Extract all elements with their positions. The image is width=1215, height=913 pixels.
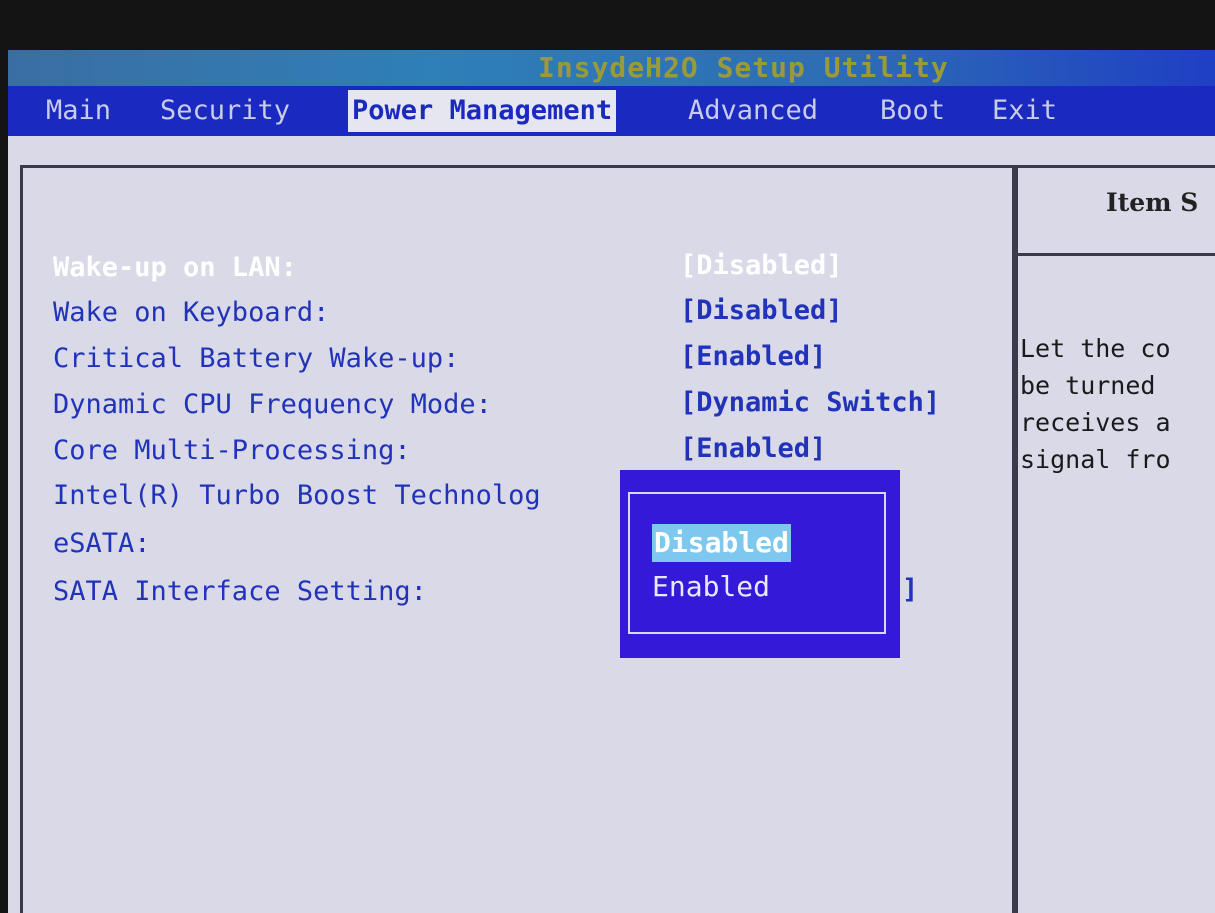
help-panel-divider bbox=[1018, 253, 1215, 256]
setting-label: Dynamic CPU Frequency Mode: bbox=[53, 389, 492, 420]
setting-core-multi-processing[interactable]: Core Multi-Processing: bbox=[53, 433, 411, 469]
tab-advanced[interactable]: Advanced bbox=[688, 92, 818, 130]
setting-label: eSATA: bbox=[53, 528, 151, 559]
setting-wake-on-keyboard[interactable]: Wake on Keyboard: bbox=[53, 295, 329, 331]
setting-value-wake-on-keyboard[interactable]: [Disabled] bbox=[680, 293, 843, 329]
popup-option-enabled[interactable]: Enabled bbox=[652, 568, 770, 606]
title-bar: InsydeH2O Setup Utility bbox=[8, 50, 1215, 86]
setting-value-critical-battery-wake-up[interactable]: [Enabled] bbox=[680, 339, 826, 375]
setting-label: Intel(R) Turbo Boost Technolog bbox=[53, 480, 541, 511]
setting-sata-interface[interactable]: SATA Interface Setting: bbox=[53, 574, 427, 610]
setting-intel-turbo-boost[interactable]: Intel(R) Turbo Boost Technolog bbox=[53, 478, 541, 514]
setting-dynamic-cpu-frequency-mode[interactable]: Dynamic CPU Frequency Mode: bbox=[53, 387, 492, 423]
help-line: receives a bbox=[1020, 408, 1171, 437]
tab-exit[interactable]: Exit bbox=[992, 92, 1057, 130]
setting-label: Critical Battery Wake-up: bbox=[53, 343, 460, 374]
setting-label: Core Multi-Processing: bbox=[53, 435, 411, 466]
setting-value-dynamic-cpu-frequency-mode[interactable]: [Dynamic Switch] bbox=[680, 385, 940, 421]
help-panel-border bbox=[1018, 165, 1215, 168]
help-line: signal fro bbox=[1020, 445, 1171, 474]
help-line: be turned bbox=[1020, 371, 1156, 400]
help-line: Let the co bbox=[1020, 334, 1171, 363]
setting-label: Wake-up on LAN: bbox=[53, 252, 297, 283]
item-help-title: Item S bbox=[1106, 188, 1199, 217]
setting-critical-battery-wake-up[interactable]: Critical Battery Wake-up: bbox=[53, 341, 459, 377]
tab-boot[interactable]: Boot bbox=[880, 92, 945, 130]
item-help-text: Let the co be turned receives a signal f… bbox=[1020, 330, 1171, 478]
popup-option-disabled[interactable]: Disabled bbox=[652, 524, 791, 562]
tab-security[interactable]: Security bbox=[160, 92, 290, 130]
setting-value-sata-interface[interactable]: ] bbox=[902, 572, 918, 608]
setting-esata[interactable]: eSATA: bbox=[53, 526, 151, 562]
panel-divider bbox=[1015, 165, 1018, 913]
setting-label: Wake on Keyboard: bbox=[53, 297, 330, 328]
option-popup: Disabled Enabled bbox=[620, 470, 900, 658]
menu-bar: Main Security Power Management Advanced … bbox=[8, 86, 1215, 136]
setting-value-core-multi-processing[interactable]: [Enabled] bbox=[680, 431, 826, 467]
bios-screen: InsydeH2O Setup Utility Main Security Po… bbox=[8, 50, 1215, 913]
setting-wake-up-on-lan[interactable]: Wake-up on LAN: bbox=[53, 250, 297, 286]
app-title: InsydeH2O Setup Utility bbox=[538, 51, 949, 84]
option-popup-frame: Disabled Enabled bbox=[628, 492, 886, 634]
tab-main[interactable]: Main bbox=[46, 92, 111, 130]
tab-power-management[interactable]: Power Management bbox=[348, 90, 617, 132]
setting-label: SATA Interface Setting: bbox=[53, 576, 427, 607]
setting-value-wake-up-on-lan[interactable]: [Disabled] bbox=[680, 248, 843, 284]
